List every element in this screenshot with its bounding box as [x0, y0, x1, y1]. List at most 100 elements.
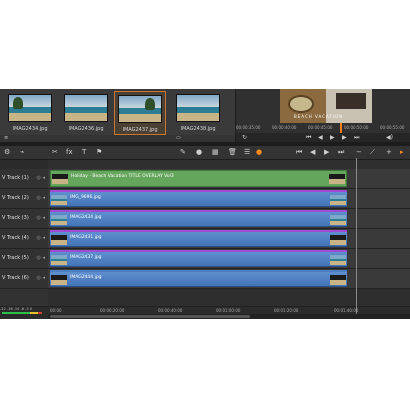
- go-to-start-icon[interactable]: ⏮: [306, 133, 311, 142]
- preview-frame: BEACH VACATION: [280, 89, 372, 123]
- nudge-forward-icon[interactable]: ▶: [324, 148, 329, 157]
- track-visibility-icon[interactable]: ◎ ◂: [37, 275, 45, 281]
- media-bin: IMAG2434.jpg IMAG2436.jpg IMAG2437.jpg I…: [0, 89, 236, 142]
- track-visibility-icon[interactable]: ◎ ◂: [37, 175, 45, 181]
- ruler-timecode: 00:01:20:00: [274, 308, 299, 313]
- track-header[interactable]: V Track (4) ◎ ◂: [0, 229, 48, 249]
- marker-icon[interactable]: ⚑: [96, 148, 102, 157]
- track-header[interactable]: V Track (1) ◎ ◂: [0, 169, 48, 189]
- track-header[interactable]: V Track (6) ◎ ◂: [0, 269, 48, 289]
- track-header[interactable]: V Track (3) ◎ ◂: [0, 209, 48, 229]
- clip-thumbnail: [329, 174, 345, 184]
- clip-label: IMAG2434.jpg: [70, 215, 102, 220]
- clip-label: IMG_9696.jpg: [70, 195, 101, 200]
- clip-thumbnail: [330, 275, 346, 285]
- bin-item[interactable]: IMAG2436.jpg: [60, 94, 112, 134]
- clip-label: Holiday - Beach Vacation TITLE OVERLAY V…: [71, 174, 174, 179]
- empty-track-area: [0, 289, 48, 307]
- monitor-playhead[interactable]: [340, 123, 342, 133]
- go-to-end-icon[interactable]: ⏭: [354, 133, 359, 142]
- image-clip[interactable]: IMAG2437.jpg: [50, 250, 347, 267]
- record-voiceover-icon[interactable]: ●: [196, 148, 202, 157]
- track-name: V Track (5): [2, 255, 29, 261]
- clip-thumbnail: [51, 215, 67, 225]
- step-back-icon[interactable]: ◀: [318, 133, 323, 142]
- effects-icon[interactable]: fx: [66, 148, 73, 157]
- bin-thumbnail: [64, 94, 108, 122]
- timeline-scrollbar[interactable]: [48, 314, 410, 319]
- monitor-timecode: 00:00:55:00: [380, 125, 405, 130]
- preview-monitor: BEACH VACATION 00:00:35:00 00:00:40:00 0…: [236, 89, 410, 142]
- image-clip[interactable]: IMAG2444.jpg: [50, 270, 347, 287]
- track-visibility-icon[interactable]: ◎ ◂: [37, 255, 45, 261]
- text-tool-icon[interactable]: T: [82, 148, 86, 157]
- timeline-toolbar: ⚙ ⌁ ✂ fx T ⚑ ✎ ● ▦ 🗑 ☰ ● ⏮ ◀ ▶ ⏭ − ⟋ + ▸: [0, 146, 410, 160]
- ruler-timecode: 00:01:00:00: [216, 308, 241, 313]
- timeline-playhead[interactable]: [356, 158, 357, 318]
- grid-icon[interactable]: ▦: [212, 148, 219, 157]
- video-editor-app: IMAG2434.jpg IMAG2436.jpg IMAG2437.jpg I…: [0, 89, 410, 319]
- panel-menu-icon[interactable]: ▸: [400, 148, 404, 157]
- bin-item[interactable]: IMAG2438.jpg: [172, 94, 224, 134]
- clip-thumbnail: [51, 195, 67, 205]
- clip-label: IMAG2444.jpg: [70, 275, 102, 280]
- split-icon[interactable]: ✂: [52, 148, 58, 157]
- zoom-in-icon[interactable]: +: [386, 148, 392, 157]
- ruler-timecode: 00:01:40:00: [334, 308, 359, 313]
- ruler-timecode: 00:00: [50, 308, 62, 313]
- bin-item-label: IMAG2437.jpg: [122, 127, 158, 133]
- nudge-back-icon[interactable]: ◀: [310, 148, 315, 157]
- clip-thumbnail: [51, 235, 67, 245]
- next-edit-icon[interactable]: ⏭: [338, 148, 344, 157]
- bin-item-selected[interactable]: IMAG2437.jpg: [114, 91, 166, 135]
- transport-controls: ↻ ⏮ ◀ ▶ ▶ ⏭ ◀): [236, 133, 410, 142]
- delete-icon[interactable]: 🗑: [228, 148, 237, 157]
- monitor-timecode: 00:00:35:00: [236, 125, 261, 130]
- volume-icon[interactable]: ◀): [386, 133, 393, 142]
- zoom-out-icon[interactable]: −: [356, 148, 362, 157]
- bin-item-label: IMAG2434.jpg: [12, 126, 48, 132]
- track-name: V Track (2): [2, 195, 29, 201]
- settings-icon[interactable]: ⚙: [4, 148, 10, 157]
- scrollbar-thumb[interactable]: [50, 315, 250, 318]
- meter-level: [2, 312, 42, 314]
- monitor-timecode: 00:00:40:00: [272, 125, 297, 130]
- bin-thumbnail: [176, 94, 220, 122]
- clip-thumbnail: [51, 275, 67, 285]
- step-forward-icon[interactable]: ▶: [342, 133, 347, 142]
- zoom-slider-icon[interactable]: ⟋: [370, 148, 375, 157]
- track-name: V Track (4): [2, 235, 29, 241]
- track-visibility-icon[interactable]: ◎ ◂: [37, 235, 45, 241]
- preview-title-overlay: BEACH VACATION: [294, 114, 344, 119]
- edit-icon[interactable]: ✎: [180, 148, 186, 157]
- bin-item-label: IMAG2436.jpg: [68, 126, 104, 132]
- timeline: V Track (1) ◎ ◂ Holiday - Beach Vacation…: [0, 160, 410, 307]
- image-clip[interactable]: IMAG2431.jpg: [50, 230, 347, 247]
- track-visibility-icon[interactable]: ◎ ◂: [37, 195, 45, 201]
- previous-edit-icon[interactable]: ⏮: [296, 148, 302, 157]
- clip-thumbnail: [330, 195, 346, 205]
- marker-add-icon[interactable]: ●: [256, 148, 262, 157]
- bin-thumbnail: [8, 94, 52, 122]
- timeline-ruler[interactable]: 00:00 00:00:20:00 00:00:40:00 00:01:00:0…: [48, 307, 410, 314]
- clip-label: IMAG2437.jpg: [70, 255, 102, 260]
- track-visibility-icon[interactable]: ◎ ◂: [37, 215, 45, 221]
- track-header[interactable]: V Track (5) ◎ ◂: [0, 249, 48, 269]
- clip-thumbnail: [52, 174, 68, 184]
- monitor-timecode: 00:00:45:00: [308, 125, 333, 130]
- snap-icon[interactable]: ⌁: [20, 148, 24, 157]
- audio-meter: -22 -16 -10 -6 -3 0: [0, 307, 48, 315]
- list-icon[interactable]: ☰: [244, 148, 250, 157]
- clip-thumbnail: [330, 215, 346, 225]
- track-header[interactable]: V Track (2) ◎ ◂: [0, 189, 48, 209]
- bin-status-bar: ≡ ▭: [0, 135, 235, 142]
- title-clip[interactable]: Holiday - Beach Vacation TITLE OVERLAY V…: [50, 170, 347, 187]
- meter-scale: -22 -16 -10 -6 -3 0: [0, 307, 32, 311]
- monitor-timecode: 00:00:50:00: [344, 125, 369, 130]
- monitor-ruler[interactable]: 00:00:35:00 00:00:40:00 00:00:45:00 00:0…: [236, 125, 410, 132]
- bin-item[interactable]: IMAG2434.jpg: [4, 94, 56, 134]
- image-clip[interactable]: IMAG2434.jpg: [50, 210, 347, 227]
- image-clip[interactable]: IMG_9696.jpg: [50, 190, 347, 207]
- play-icon[interactable]: ▶: [330, 133, 335, 142]
- loop-icon[interactable]: ↻: [242, 133, 247, 142]
